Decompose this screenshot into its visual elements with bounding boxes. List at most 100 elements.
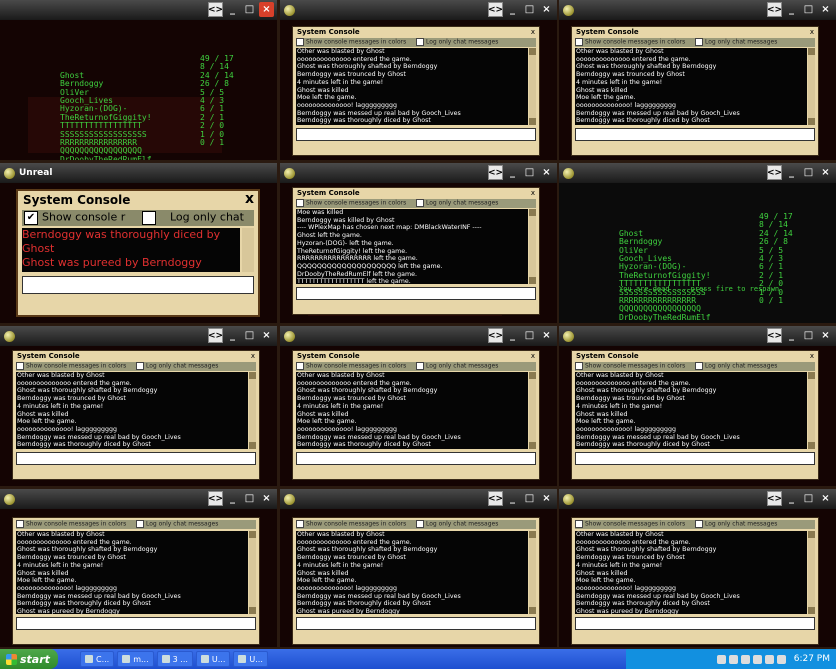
- restore-icon[interactable]: <>: [488, 165, 503, 180]
- volume-icon[interactable]: [776, 654, 786, 664]
- window-tile-4[interactable]: Unreal System Console x ✔ Show console r …: [0, 163, 277, 323]
- console-log[interactable]: Other was blasted by Ghost oooooooooooooo…: [16, 531, 248, 614]
- console-log[interactable]: Other was blasted by Ghost oooooooooooooo…: [16, 372, 248, 449]
- maximize-icon[interactable]: □: [801, 2, 816, 17]
- console-log[interactable]: Other was blasted by Ghost oooooooooooooo…: [575, 531, 807, 614]
- console-input[interactable]: [296, 617, 536, 630]
- console-input[interactable]: [16, 617, 256, 630]
- tray-icon[interactable]: [752, 654, 762, 664]
- restore-icon[interactable]: <>: [767, 491, 782, 506]
- close-icon[interactable]: ×: [259, 2, 274, 17]
- close-icon[interactable]: ×: [539, 328, 554, 343]
- game-viewport[interactable]: Show console messages in colors Log only…: [559, 509, 836, 647]
- maximize-icon[interactable]: □: [242, 2, 257, 17]
- chat-only-checkbox[interactable]: [695, 362, 703, 370]
- close-icon[interactable]: ×: [818, 165, 833, 180]
- window-titlebar[interactable]: <> _ □ ×: [559, 163, 836, 183]
- colors-checkbox[interactable]: [296, 520, 304, 528]
- close-icon[interactable]: ×: [259, 328, 274, 343]
- restore-icon[interactable]: <>: [208, 328, 223, 343]
- window-titlebar[interactable]: <> _ □ ×: [280, 326, 557, 346]
- taskbar-item-1[interactable]: C...: [80, 651, 115, 667]
- minimize-icon[interactable]: _: [225, 491, 240, 506]
- taskbar-item-3[interactable]: 3 ...: [156, 651, 193, 667]
- console-close-icon[interactable]: x: [529, 28, 537, 36]
- console-close-icon[interactable]: x: [245, 191, 254, 207]
- chat-only-checkbox[interactable]: [416, 520, 424, 528]
- maximize-icon[interactable]: □: [522, 491, 537, 506]
- console-log[interactable]: Other was blasted by Ghost oooooooooooooo…: [575, 372, 807, 449]
- window-tile-10[interactable]: <> _ □ × Show console messages in colors…: [0, 489, 277, 647]
- minimize-icon[interactable]: _: [505, 165, 520, 180]
- console-scrollbar[interactable]: [529, 209, 536, 284]
- game-viewport[interactable]: Ghost Berndoggy OliVer Gooch_Lives Hyzoran-(…: [0, 20, 277, 160]
- window-tile-6[interactable]: <> _ □ × Ghost Berndoggy OliVer Gooch_Lives…: [559, 163, 836, 323]
- tray-icon[interactable]: [716, 654, 726, 664]
- console-scrollbar[interactable]: [242, 228, 254, 272]
- maximize-icon[interactable]: □: [522, 165, 537, 180]
- console-scrollbar[interactable]: [808, 531, 815, 614]
- window-tile-9[interactable]: <> _ □ × System Console x Show console m…: [559, 326, 836, 486]
- start-button[interactable]: start: [0, 649, 58, 669]
- window-titlebar[interactable]: <> _ □ ×: [280, 163, 557, 183]
- console-log[interactable]: Other was blasted by Ghost oooooooooooooo…: [296, 372, 528, 449]
- console-scrollbar[interactable]: [249, 531, 256, 614]
- close-icon[interactable]: ×: [818, 328, 833, 343]
- minimize-icon[interactable]: _: [505, 2, 520, 17]
- minimize-icon[interactable]: _: [784, 328, 799, 343]
- close-icon[interactable]: ×: [539, 491, 554, 506]
- colors-checkbox[interactable]: ✔: [24, 211, 38, 225]
- maximize-icon[interactable]: □: [801, 328, 816, 343]
- maximize-icon[interactable]: □: [522, 2, 537, 17]
- window-titlebar[interactable]: <> _ □ ×: [559, 326, 836, 346]
- console-input[interactable]: [22, 276, 254, 294]
- restore-icon[interactable]: <>: [767, 165, 782, 180]
- tray-icon[interactable]: [728, 654, 738, 664]
- colors-checkbox[interactable]: [575, 362, 583, 370]
- close-icon[interactable]: ×: [818, 2, 833, 17]
- console-log[interactable]: Other was blasted by Ghost oooooooooooooo…: [296, 531, 528, 614]
- window-tile-2[interactable]: <> _ □ × System Console x Show console m…: [280, 0, 557, 160]
- game-viewport[interactable]: System Console x Show console messages i…: [280, 20, 557, 160]
- close-icon[interactable]: ×: [539, 2, 554, 17]
- console-input[interactable]: [296, 287, 536, 300]
- game-viewport[interactable]: System Console x Show console messages i…: [559, 20, 836, 160]
- chat-only-checkbox[interactable]: [416, 362, 424, 370]
- minimize-icon[interactable]: _: [505, 491, 520, 506]
- console-input[interactable]: [16, 452, 256, 465]
- chat-only-checkbox[interactable]: [142, 211, 156, 225]
- window-tile-12[interactable]: <> _ □ × Show console messages in colors…: [559, 489, 836, 647]
- chat-only-checkbox[interactable]: [136, 520, 144, 528]
- console-scrollbar[interactable]: [529, 531, 536, 614]
- console-close-icon[interactable]: x: [529, 189, 537, 197]
- window-titlebar[interactable]: <> _ □ ×: [0, 489, 277, 509]
- colors-checkbox[interactable]: [575, 520, 583, 528]
- clock[interactable]: 6:27 PM: [794, 654, 830, 664]
- console-close-icon[interactable]: x: [249, 352, 257, 360]
- minimize-icon[interactable]: _: [784, 2, 799, 17]
- taskbar-item-5[interactable]: U...: [233, 651, 268, 667]
- colors-checkbox[interactable]: [575, 38, 583, 46]
- restore-icon[interactable]: <>: [488, 2, 503, 17]
- maximize-icon[interactable]: □: [801, 491, 816, 506]
- window-tile-8[interactable]: <> _ □ × System Console x Show console m…: [280, 326, 557, 486]
- colors-checkbox[interactable]: [296, 199, 304, 207]
- maximize-icon[interactable]: □: [522, 328, 537, 343]
- console-log[interactable]: Moe was killed Berndoggy was killed by Gh…: [296, 209, 528, 284]
- console-log[interactable]: Berndoggy was thoroughly diced by Ghost …: [22, 228, 240, 272]
- maximize-icon[interactable]: □: [242, 491, 257, 506]
- restore-icon[interactable]: <>: [488, 491, 503, 506]
- game-viewport[interactable]: System Console x Show console messages i…: [280, 346, 557, 486]
- window-tile-3[interactable]: <> _ □ × System Console x Show console m…: [559, 0, 836, 160]
- game-viewport[interactable]: Ghost Berndoggy OliVer Gooch_Lives Hyzoran-(…: [559, 183, 836, 323]
- console-log[interactable]: Other was blasted by Ghost oooooooooooooo…: [575, 48, 807, 125]
- minimize-icon[interactable]: _: [784, 165, 799, 180]
- window-titlebar[interactable]: <> _ □ ×: [559, 0, 836, 20]
- close-icon[interactable]: ×: [539, 165, 554, 180]
- console-close-icon[interactable]: x: [529, 352, 537, 360]
- game-viewport[interactable]: Show console messages in colors Log only…: [280, 509, 557, 647]
- restore-icon[interactable]: <>: [488, 328, 503, 343]
- window-titlebar[interactable]: Unreal: [0, 163, 277, 183]
- close-icon[interactable]: ×: [259, 491, 274, 506]
- tray-icon[interactable]: [740, 654, 750, 664]
